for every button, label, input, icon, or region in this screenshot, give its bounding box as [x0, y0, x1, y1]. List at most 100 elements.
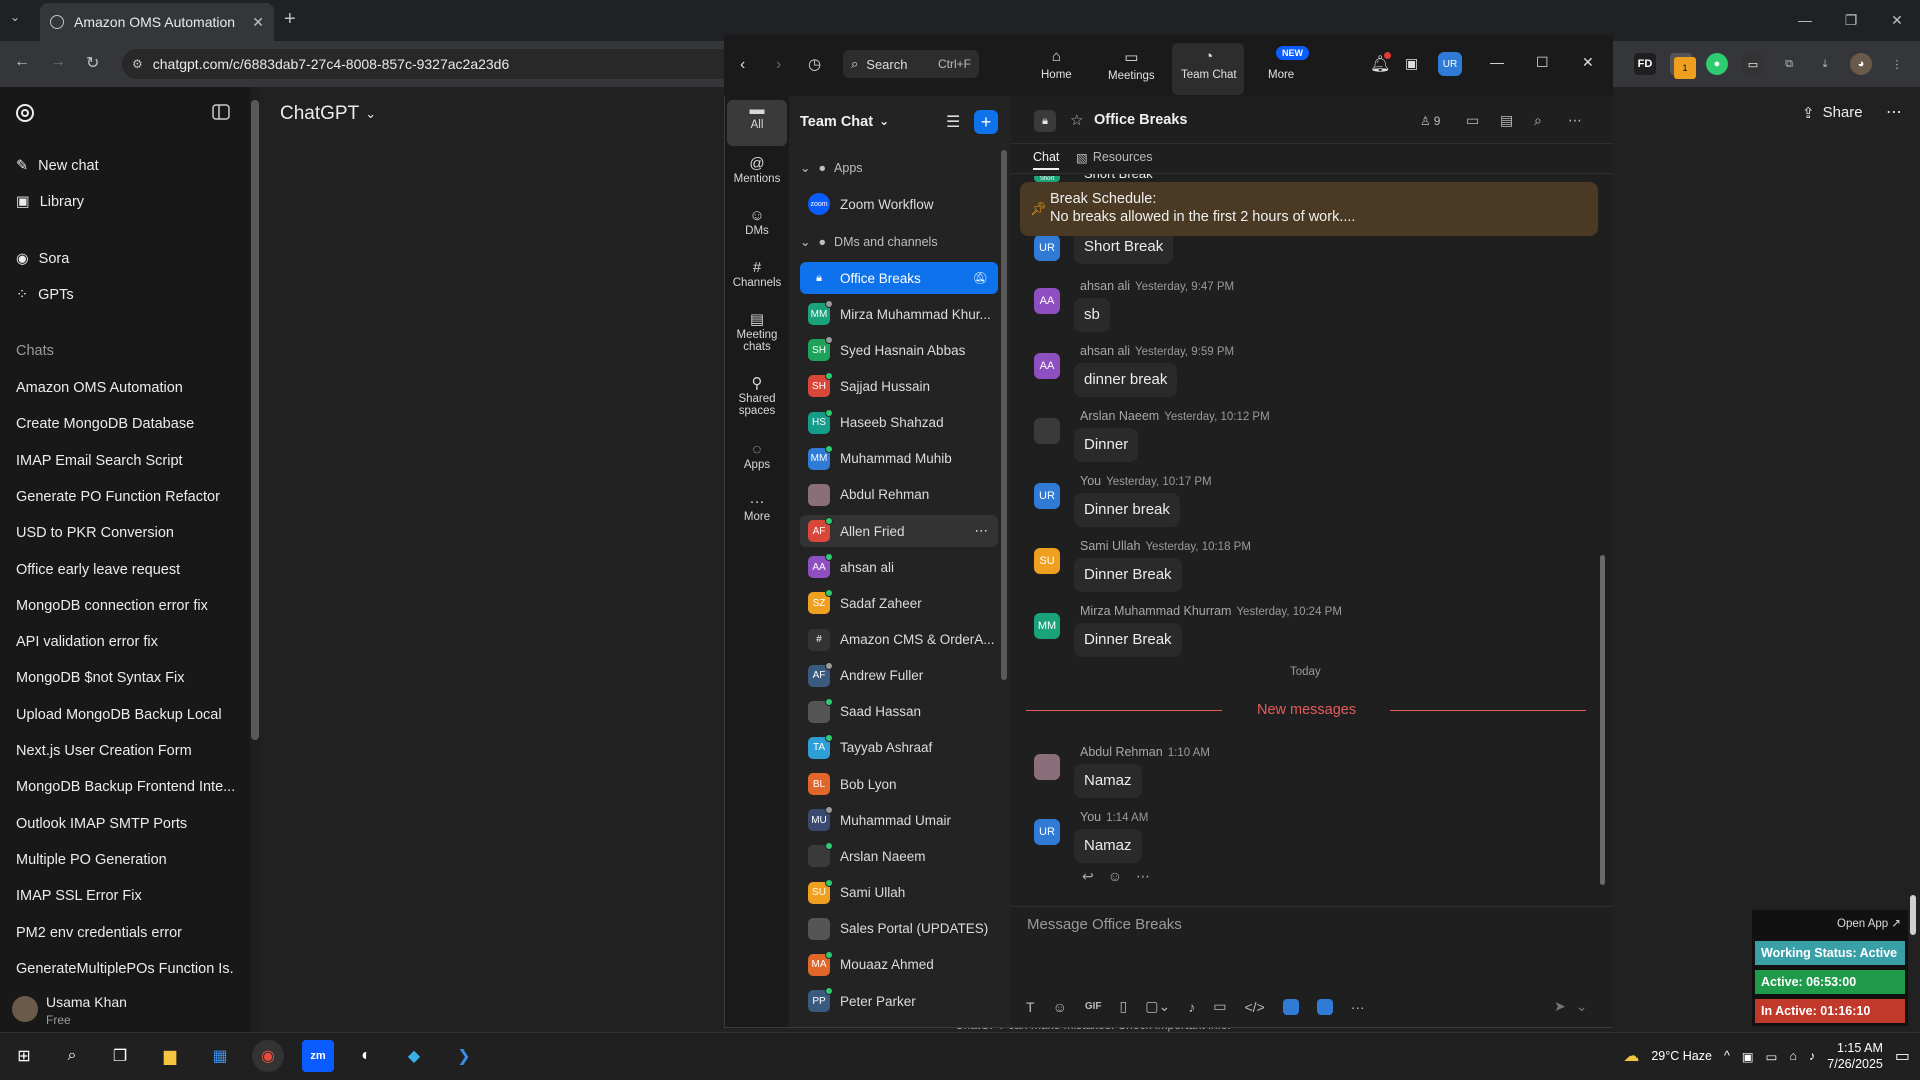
- chat-history-item[interactable]: Upload MongoDB Backup Local: [16, 707, 234, 723]
- compose-plus-button[interactable]: +: [974, 110, 998, 134]
- message-author[interactable]: You: [1080, 474, 1101, 488]
- profile-avatar-icon[interactable]: ◕: [1850, 53, 1872, 75]
- tray-battery-icon[interactable]: ▭: [1766, 1049, 1778, 1064]
- app-zoom-workflow[interactable]: zoom Zoom Workflow: [800, 188, 998, 220]
- composer-more-icon[interactable]: ···: [1351, 999, 1365, 1015]
- browser-menu-icon[interactable]: ⋮: [1886, 53, 1908, 75]
- message-bubble[interactable]: dinner break: [1074, 363, 1178, 397]
- rail-more[interactable]: ··· More: [727, 494, 787, 523]
- chat-history-item[interactable]: PM2 env credentials error: [16, 925, 234, 941]
- rail-dms[interactable]: ☺ DMs: [727, 208, 787, 237]
- openai-logo-icon[interactable]: [14, 102, 36, 124]
- channel-item[interactable]: SU Sami Ullah: [800, 877, 998, 909]
- team-chat-title[interactable]: Team Chat ⌄: [800, 114, 889, 130]
- chat-scrollbar[interactable]: [1600, 555, 1605, 885]
- channel-item[interactable]: MU Muhammad Umair: [800, 804, 998, 836]
- chat-history-item[interactable]: IMAP Email Search Script: [16, 453, 234, 469]
- zoom-forward-icon[interactable]: ›: [776, 56, 781, 74]
- chat-history-item[interactable]: Generate PO Function Refactor: [16, 489, 234, 505]
- more-options-icon[interactable]: ⋯: [1886, 102, 1902, 122]
- message-author[interactable]: ahsan ali: [1080, 344, 1130, 358]
- filter-icon[interactable]: ☰: [946, 112, 960, 132]
- minimize-icon[interactable]: —: [1782, 0, 1828, 41]
- video-call-icon[interactable]: ▭: [1466, 112, 1479, 129]
- pinned-message-banner[interactable]: 📌︎ Break Schedule: No breaks allowed in …: [1020, 182, 1598, 236]
- close-tab-icon[interactable]: ✕: [252, 14, 264, 31]
- zoom-taskbar-icon[interactable]: zm: [302, 1040, 334, 1072]
- badge-extension-icon[interactable]: ▦1: [1670, 53, 1696, 79]
- model-selector[interactable]: ChatGPT ⌄: [280, 103, 376, 125]
- message-avatar[interactable]: AA: [1034, 288, 1060, 314]
- nav-team-chat[interactable]: ◔ Team Chat: [1181, 48, 1237, 81]
- chat-history-item[interactable]: Next.js User Creation Form: [16, 743, 234, 759]
- channel-item[interactable]: # Amazon CMS & OrderA...: [800, 624, 998, 656]
- user-avatar[interactable]: [12, 996, 38, 1022]
- schedule-icon[interactable]: ▤: [1500, 112, 1513, 129]
- microsoft-store-icon[interactable]: ▦: [204, 1040, 236, 1072]
- forward-icon[interactable]: →: [50, 53, 66, 71]
- channel-item[interactable]: Sales Portal (UPDATES): [800, 913, 998, 945]
- taskbar-search-icon[interactable]: ⌕: [56, 1040, 88, 1072]
- channel-item[interactable]: PP Peter Parker: [800, 985, 998, 1017]
- sora-button[interactable]: ◉ Sora: [16, 251, 69, 267]
- gif-button[interactable]: GIF: [1085, 1001, 1102, 1012]
- apps-section-header[interactable]: ⌄ ● Apps: [800, 160, 863, 176]
- calendar-icon[interactable]: ▣: [1405, 55, 1418, 72]
- channel-item[interactable]: Abdul Rehman: [800, 479, 998, 511]
- vscode-icon[interactable]: ❯: [448, 1040, 480, 1072]
- file-icon[interactable]: ▯: [1120, 998, 1128, 1015]
- message-author[interactable]: Abdul Rehman: [1080, 745, 1163, 759]
- reload-icon[interactable]: ↻: [86, 53, 99, 73]
- sidebar-scroll-thumb[interactable]: [251, 100, 259, 740]
- gpts-button[interactable]: ⁘ GPTs: [16, 287, 74, 303]
- rail-meeting-chats[interactable]: ▤ Meeting chats: [727, 312, 787, 353]
- new-tab-icon[interactable]: +: [284, 8, 296, 31]
- windows-start-icon[interactable]: ⊞: [8, 1040, 40, 1072]
- channel-item[interactable]: SH Syed Hasnain Abbas: [800, 334, 998, 366]
- tab-search-icon[interactable]: ⌄: [10, 10, 20, 24]
- chat-history-item[interactable]: Outlook IMAP SMTP Ports: [16, 816, 234, 832]
- message-input[interactable]: Message Office Breaks: [1027, 916, 1182, 933]
- reply-icon[interactable]: ↩: [1082, 868, 1094, 885]
- rail-shared-spaces[interactable]: ⚲ Shared spaces: [727, 376, 787, 417]
- message-avatar[interactable]: SU: [1034, 548, 1060, 574]
- url-field[interactable]: ⚙ chatgpt.com/c/6883dab7-27c4-8008-857c-…: [122, 49, 742, 79]
- close-window-icon[interactable]: ✕: [1874, 0, 1920, 41]
- zoom-app-icon[interactable]: [1282, 998, 1299, 1015]
- notification-center-icon[interactable]: ▭: [1895, 1046, 1910, 1066]
- site-info-icon[interactable]: ⚙: [132, 57, 143, 71]
- tray-app-icon[interactable]: ▣: [1742, 1049, 1754, 1064]
- dms-section-header[interactable]: ⌄ ● DMs and channels: [800, 234, 938, 250]
- muted-bell-icon[interactable]: 🔕︎: [973, 271, 988, 285]
- history-icon[interactable]: ◷: [808, 55, 821, 73]
- message-author[interactable]: ahsan ali: [1080, 279, 1130, 293]
- channel-item[interactable]: AA ahsan ali: [800, 551, 998, 583]
- message-avatar[interactable]: [1034, 754, 1060, 780]
- zoom-app-icon-2[interactable]: [1316, 998, 1333, 1015]
- chat-history-item[interactable]: IMAP SSL Error Fix: [16, 888, 234, 904]
- page-scrollbar[interactable]: [1910, 895, 1916, 935]
- emoji-icon[interactable]: ☺: [1053, 999, 1067, 1015]
- chat-history-item[interactable]: MongoDB Backup Frontend Inte...: [16, 779, 234, 795]
- nav-home[interactable]: ⌂ Home: [1041, 48, 1072, 81]
- download-icon[interactable]: ⤓: [1814, 53, 1836, 75]
- file-explorer-icon[interactable]: ▆: [154, 1040, 186, 1072]
- chat-history-item[interactable]: USD to PKR Conversion: [16, 525, 234, 541]
- task-view-icon[interactable]: ❐: [104, 1040, 136, 1072]
- chrome-icon[interactable]: ◉: [252, 1040, 284, 1072]
- message-bubble[interactable]: Namaz: [1074, 764, 1142, 798]
- zoom-close-icon[interactable]: ✕: [1582, 54, 1594, 71]
- fd-extension-icon[interactable]: FD: [1634, 53, 1656, 75]
- chat-more-icon[interactable]: ⋯: [1568, 112, 1582, 129]
- message-more-icon[interactable]: ⋯: [1136, 868, 1150, 885]
- chat-history-item[interactable]: Multiple PO Generation: [16, 852, 234, 868]
- members-count[interactable]: ♙ 9: [1420, 114, 1440, 128]
- code-icon[interactable]: </>: [1244, 999, 1264, 1015]
- zoom-back-icon[interactable]: ‹: [740, 56, 745, 74]
- message-bubble[interactable]: Namaz: [1074, 829, 1142, 863]
- format-text-icon[interactable]: T: [1026, 999, 1035, 1015]
- message-avatar[interactable]: UR: [1034, 235, 1060, 261]
- message-bubble[interactable]: Dinner: [1074, 428, 1139, 462]
- chat-history-item[interactable]: Create MongoDB Database: [16, 416, 234, 432]
- rail-channels[interactable]: # Channels: [727, 260, 787, 289]
